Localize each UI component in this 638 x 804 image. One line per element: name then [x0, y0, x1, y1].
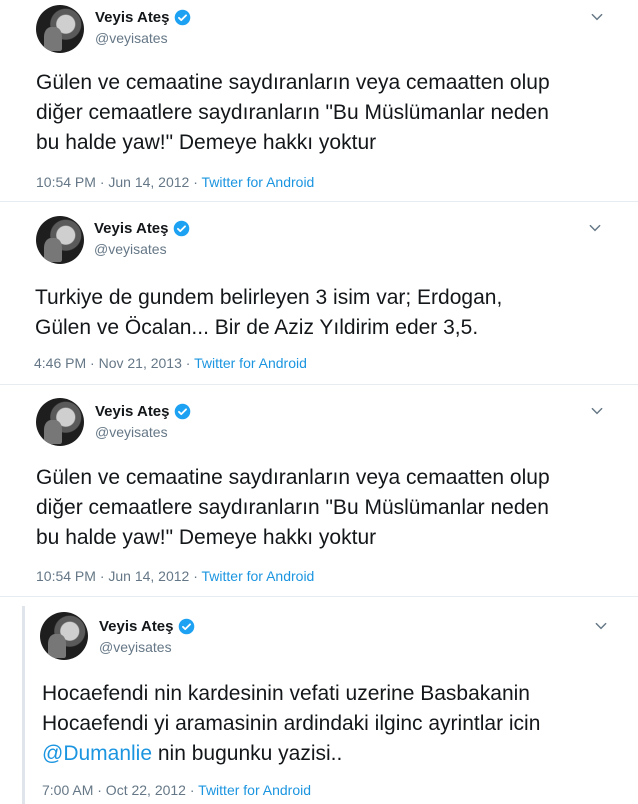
author-name[interactable]: Veyis Ateş — [94, 220, 190, 237]
tweet-text-tail: nin bugunku yazisi.. — [152, 742, 343, 765]
avatar[interactable] — [36, 216, 84, 264]
tweet-text-line: Hocaefendi nin kardesinin vefati uzerine… — [42, 682, 530, 705]
tweet-meta: 10:54 PM · Jun 14, 2012 · Twitter for An… — [36, 174, 314, 190]
tweet-text-line: Hocaefendi yi aramasinin ardindaki ilgin… — [42, 712, 541, 735]
timestamp[interactable]: 4:46 PM · Nov 21, 2013 · — [34, 355, 190, 371]
author-name[interactable]: Veyis Ateş — [95, 9, 191, 26]
tweet-text-line: Gülen ve Öcalan... Bir de Aziz Yıldirim … — [35, 316, 479, 339]
timestamp[interactable]: 10:54 PM · Jun 14, 2012 · — [36, 174, 198, 190]
tweet-meta: 10:54 PM · Jun 14, 2012 · Twitter for An… — [36, 568, 314, 584]
source-link[interactable]: Twitter for Android — [202, 174, 315, 190]
tweet-2: Veyis Ateş @veyisates Turkiye de gundem … — [0, 208, 638, 388]
tweet-3: Veyis Ateş @veyisates Gülen ve cemaatine… — [0, 392, 638, 592]
verified-badge-icon — [174, 9, 190, 26]
source-link[interactable]: Twitter for Android — [194, 355, 307, 371]
source-link[interactable]: Twitter for Android — [198, 782, 311, 798]
mention-link[interactable]: @Dumanlie — [42, 742, 152, 765]
tweet-4: Veyis Ateş @veyisates Hocaefendi nin kar… — [26, 606, 638, 804]
avatar[interactable] — [36, 398, 84, 446]
tweet-meta: 7:00 AM · Oct 22, 2012 · Twitter for And… — [42, 782, 311, 798]
avatar[interactable] — [36, 5, 84, 53]
tweet-text-line: Turkiye de gundem belirleyen 3 isim var;… — [35, 286, 503, 309]
timestamp[interactable]: 10:54 PM · Jun 14, 2012 · — [36, 568, 198, 584]
chevron-down-icon[interactable] — [590, 404, 604, 418]
tweet-meta: 4:46 PM · Nov 21, 2013 · Twitter for And… — [34, 355, 307, 371]
source-link[interactable]: Twitter for Android — [202, 568, 315, 584]
author-name[interactable]: Veyis Ateş — [99, 618, 195, 635]
avatar[interactable] — [40, 612, 88, 660]
divider — [0, 596, 638, 597]
author-handle[interactable]: @veyisates — [99, 639, 172, 655]
verified-badge-icon — [173, 220, 189, 237]
tweet-text-line: Gülen ve cemaatine saydıranların veya ce… — [36, 71, 550, 94]
chevron-down-icon[interactable] — [594, 619, 608, 633]
tweet-text-line: Gülen ve cemaatine saydıranların veya ce… — [36, 466, 550, 489]
timestamp[interactable]: 7:00 AM · Oct 22, 2012 · — [42, 782, 195, 798]
tweet-text-line: diğer cemaatlere saydıranların "Bu Müslü… — [36, 496, 549, 519]
divider — [0, 384, 638, 385]
thread-line — [22, 606, 25, 804]
chevron-down-icon[interactable] — [588, 221, 602, 235]
author-name[interactable]: Veyis Ateş — [95, 403, 191, 420]
tweet-1: Veyis Ateş @veyisates Gülen ve cemaatine… — [0, 0, 638, 200]
tweet-text-line: bu halde yaw!" Demeye hakkı yoktur — [36, 131, 377, 154]
divider — [0, 201, 638, 202]
chevron-down-icon[interactable] — [590, 10, 604, 24]
tweet-text-line: @Dumanlie nin bugunku yazisi.. — [42, 739, 342, 769]
tweet-text-line: diğer cemaatlere saydıranların "Bu Müslü… — [36, 101, 549, 124]
tweet-text-line: bu halde yaw!" Demeye hakkı yoktur — [36, 526, 377, 549]
verified-badge-icon — [174, 403, 190, 420]
verified-badge-icon — [178, 618, 194, 635]
author-handle[interactable]: @veyisates — [95, 424, 168, 440]
author-handle[interactable]: @veyisates — [95, 30, 168, 46]
author-handle[interactable]: @veyisates — [94, 241, 167, 257]
